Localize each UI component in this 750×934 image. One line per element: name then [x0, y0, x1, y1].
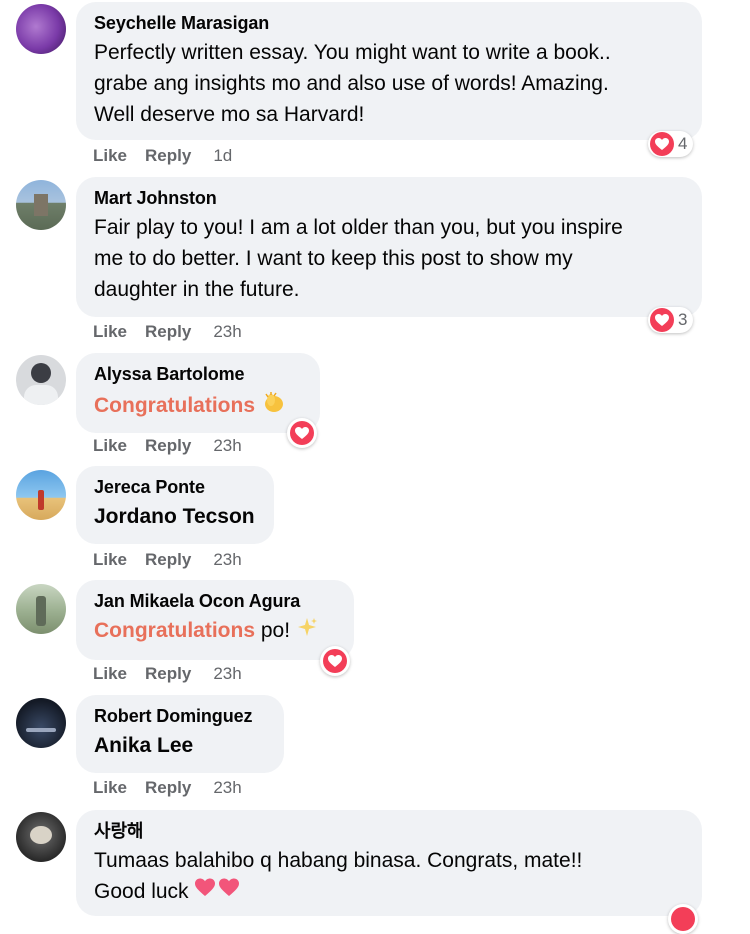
comment-actions: Like Reply 23h: [93, 664, 242, 684]
comment-timestamp[interactable]: 23h: [213, 550, 241, 570]
like-button[interactable]: Like: [93, 436, 127, 456]
comment-timestamp[interactable]: 23h: [213, 322, 241, 342]
comment-actions: Like Reply 23h: [93, 322, 242, 342]
comment-line: Fair play to you! I am a lot older than …: [94, 216, 623, 239]
like-button[interactable]: Like: [93, 550, 127, 570]
comment-bubble: Mart Johnston Fair play to you! I am a l…: [76, 177, 702, 317]
sparkling-heart-emoji: [194, 877, 240, 908]
comment-line: grabe ang insights mo and also use of wo…: [94, 72, 609, 95]
comment-actions: Like Reply 1d: [93, 146, 232, 166]
reaction-summary[interactable]: [320, 646, 350, 676]
comment-author[interactable]: Alyssa Bartolome: [94, 363, 302, 385]
comment-line: Good luck: [94, 876, 684, 908]
comment-line: daughter in the future.: [94, 278, 300, 301]
comment-timestamp[interactable]: 1d: [213, 146, 232, 166]
comment-line: Well deserve mo sa Harvard!: [94, 103, 365, 126]
clapping-hands-emoji: [261, 389, 287, 424]
like-button[interactable]: Like: [93, 778, 127, 798]
like-button[interactable]: Like: [93, 664, 127, 684]
comment-author[interactable]: Seychelle Marasigan: [94, 12, 684, 34]
avatar[interactable]: [16, 4, 66, 54]
comment-author[interactable]: 사랑해: [94, 820, 684, 842]
reply-button[interactable]: Reply: [145, 322, 191, 342]
comment-author[interactable]: Jereca Ponte: [94, 476, 256, 498]
comment-bubble: 사랑해 Tumaas balahibo q habang binasa. Con…: [76, 810, 702, 916]
reply-button[interactable]: Reply: [145, 146, 191, 166]
comment-text: Perfectly written essay. You might want …: [94, 37, 684, 130]
reaction-count: 4: [678, 134, 688, 153]
avatar[interactable]: [16, 355, 66, 405]
avatar[interactable]: [16, 584, 66, 634]
comment-actions: Like Reply 23h: [93, 550, 242, 570]
reaction-summary[interactable]: [668, 904, 698, 934]
like-button[interactable]: Like: [93, 146, 127, 166]
comment-text: Congratulations po!: [94, 616, 336, 647]
comment-author[interactable]: Robert Dominguez: [94, 705, 266, 727]
avatar[interactable]: [16, 812, 66, 862]
comment-line: me to do better. I want to keep this pos…: [94, 247, 573, 270]
comment-line: Perfectly written essay. You might want …: [94, 41, 611, 64]
comment-author[interactable]: Mart Johnston: [94, 187, 684, 209]
comment-line-text: Good luck: [94, 880, 189, 903]
comment-actions: Like Reply 23h: [93, 778, 242, 798]
avatar[interactable]: [16, 470, 66, 520]
comment-timestamp[interactable]: 23h: [213, 778, 241, 798]
comment-text-suffix: po!: [255, 619, 291, 643]
reply-button[interactable]: Reply: [145, 664, 191, 684]
heart-icon: [671, 907, 695, 931]
comment-text[interactable]: Jordano Tecson: [94, 502, 256, 532]
reaction-summary[interactable]: [287, 418, 317, 448]
reply-button[interactable]: Reply: [145, 436, 191, 456]
heart-icon: [650, 132, 674, 156]
comment-timestamp[interactable]: 23h: [213, 664, 241, 684]
heart-icon: [290, 421, 314, 445]
comment-bubble: Jan Mikaela Ocon Agura Congratulations p…: [76, 580, 354, 660]
comment-bubble: Alyssa Bartolome Congratulations: [76, 353, 320, 433]
congratulations-text: Congratulations: [94, 619, 255, 643]
comment-bubble: Jereca Ponte Jordano Tecson: [76, 466, 274, 544]
congratulations-text: Congratulations: [94, 394, 255, 418]
comment-text[interactable]: Anika Lee: [94, 731, 266, 761]
avatar[interactable]: [16, 180, 66, 230]
avatar[interactable]: [16, 698, 66, 748]
comment-line: Tumaas balahibo q habang binasa. Congrat…: [94, 849, 583, 872]
reply-button[interactable]: Reply: [145, 778, 191, 798]
reply-button[interactable]: Reply: [145, 550, 191, 570]
like-button[interactable]: Like: [93, 322, 127, 342]
heart-icon: [323, 649, 347, 673]
comment-text: Tumaas balahibo q habang binasa. Congrat…: [94, 845, 684, 908]
reaction-summary[interactable]: 3: [648, 307, 694, 333]
comment-timestamp[interactable]: 23h: [213, 436, 241, 456]
comment-actions: Like Reply 23h: [93, 436, 242, 456]
reaction-count: 3: [678, 310, 688, 329]
comment-text: Congratulations: [94, 389, 302, 424]
comment-author[interactable]: Jan Mikaela Ocon Agura: [94, 590, 336, 612]
reaction-summary[interactable]: 4: [648, 131, 694, 157]
comment-text: Fair play to you! I am a lot older than …: [94, 212, 684, 305]
heart-icon: [650, 308, 674, 332]
comment-bubble: Seychelle Marasigan Perfectly written es…: [76, 2, 702, 140]
comment-bubble: Robert Dominguez Anika Lee: [76, 695, 284, 773]
sparkles-emoji: [296, 616, 318, 647]
